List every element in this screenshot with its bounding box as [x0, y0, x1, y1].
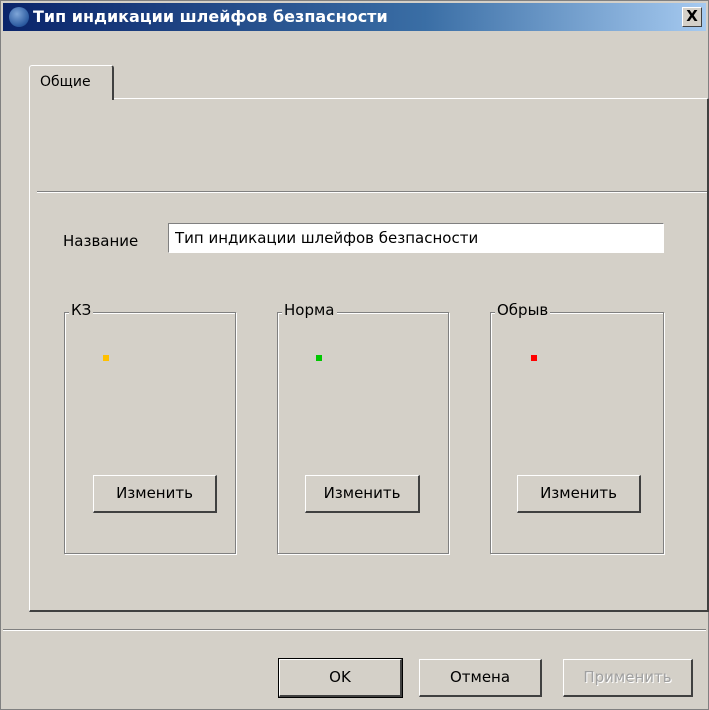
group-short-circuit: КЗ Изменить — [64, 301, 236, 554]
tab-general[interactable]: Общие — [29, 65, 114, 100]
normal-change-button[interactable]: Изменить — [305, 475, 420, 513]
short-circuit-change-button[interactable]: Изменить — [93, 475, 217, 513]
normal-indicator — [316, 355, 322, 361]
dialog-window: Тип индикации шлейфов безпасности X Общи… — [0, 0, 709, 710]
title-bar[interactable]: Тип индикации шлейфов безпасности X — [3, 3, 706, 31]
app-icon — [9, 7, 29, 27]
group-normal: Норма Изменить — [277, 301, 449, 554]
apply-button[interactable]: Применить — [563, 659, 693, 697]
group-break-title: Обрыв — [495, 301, 551, 319]
tab-general-label: Общие — [40, 74, 91, 90]
cancel-button[interactable]: Отмена — [419, 659, 542, 697]
close-button[interactable]: X — [682, 7, 702, 27]
panel-divider — [37, 191, 707, 193]
name-input[interactable] — [168, 223, 664, 253]
window-title: Тип индикации шлейфов безпасности — [33, 7, 388, 26]
group-normal-title: Норма — [282, 301, 337, 319]
group-short-circuit-title: КЗ — [69, 301, 94, 319]
close-icon: X — [686, 7, 698, 25]
short-circuit-indicator — [103, 355, 109, 361]
footer-divider — [3, 629, 706, 631]
break-indicator — [531, 355, 537, 361]
group-break: Обрыв Изменить — [490, 301, 664, 554]
name-label: Название — [63, 232, 139, 250]
ok-button[interactable]: OK — [278, 658, 403, 698]
break-change-button[interactable]: Изменить — [517, 475, 641, 513]
